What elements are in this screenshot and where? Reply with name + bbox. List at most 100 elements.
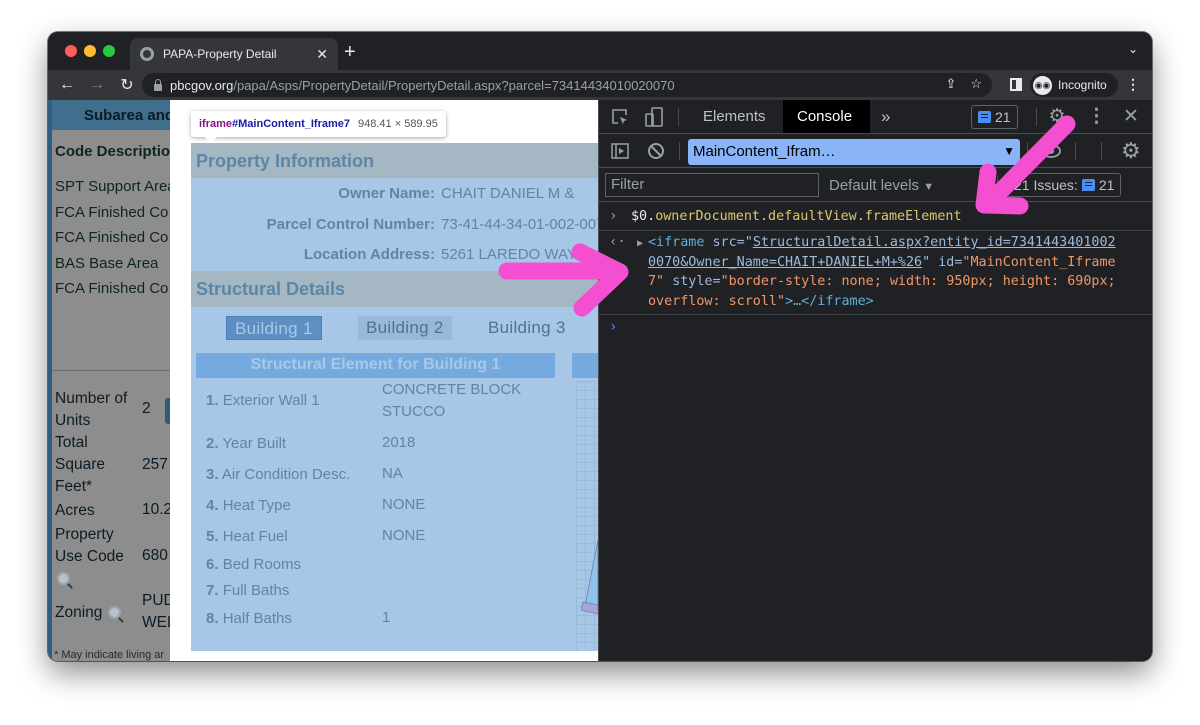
element-value-half-baths: 1	[382, 609, 391, 626]
console-settings-gear-icon[interactable]: ⚙	[1121, 140, 1141, 162]
tooltip-size: 948.41 × 589.95	[358, 118, 438, 130]
clear-console-icon[interactable]	[647, 142, 665, 160]
console-result[interactable]: <iframe src="StructuralDetail.aspx?entit…	[648, 233, 1122, 311]
page-left-border	[48, 100, 52, 661]
address-bar[interactable]: pbcgov.org/papa/Asps/PropertyDetail/Prop…	[142, 73, 992, 97]
result-arrow-icon: ‹·	[609, 234, 626, 250]
globe-icon	[140, 47, 154, 61]
element-num: 8.	[206, 610, 219, 627]
element-num: 6.	[206, 556, 219, 573]
separator	[678, 108, 679, 126]
result-close-tag: >…</iframe>	[785, 293, 874, 309]
issues-badge-count: 21	[1098, 177, 1115, 193]
element-value-year-built: 2018	[382, 434, 416, 451]
element-num: 7.	[206, 582, 219, 599]
browser-toolbar: ← → ↻ pbcgov.org/papa/Asps/PropertyDetai…	[48, 70, 1152, 100]
property-information-header: Property Information	[191, 143, 598, 178]
bookmark-star-icon[interactable]: ☆	[970, 76, 982, 92]
element-row-half-baths: 8. Half Baths	[206, 610, 292, 627]
element-label: Exterior Wall 1	[222, 392, 320, 409]
incognito-label: Incognito	[1058, 78, 1107, 92]
more-tabs-button[interactable]: »	[867, 100, 904, 133]
element-row-full-baths: 7. Full Baths	[206, 582, 289, 599]
levels-caret-icon: ▼	[923, 181, 935, 193]
owner-name-value: CHAIT DANIEL M &	[441, 185, 575, 202]
separator	[679, 142, 680, 160]
browser-tab[interactable]: PAPA-Property Detail ✕	[130, 38, 338, 70]
field-value-use-code: 680	[142, 547, 168, 564]
location-address-label: Location Address:	[303, 246, 435, 263]
result-tag: <iframe	[648, 235, 713, 250]
expand-triangle-icon[interactable]: ▶	[637, 234, 643, 254]
incognito-profile-button[interactable]: ◉◉ Incognito	[1030, 73, 1118, 97]
inspect-element-icon[interactable]	[611, 108, 629, 126]
style-attr: style=	[672, 274, 721, 289]
tooltip-tag: iframe	[199, 118, 233, 130]
levels-label: Default levels	[829, 177, 920, 194]
javascript-context-select[interactable]: MainContent_Ifram… ▼	[688, 139, 1020, 165]
side-panel-icon[interactable]	[1010, 78, 1022, 91]
share-icon[interactable]: ⇪	[945, 76, 956, 92]
command-props: ownerDocument.defaultView.frameElement	[655, 209, 962, 224]
browser-menu-icon[interactable]: ⋮	[1126, 76, 1140, 93]
field-value-zoning: PUD WEL	[142, 592, 170, 631]
device-toolbar-icon[interactable]	[645, 107, 663, 127]
element-row-bed-rooms: 6. Bed Rooms	[206, 556, 301, 573]
devtools-tab-bar: Elements Console » 21 ⚙ ⋮ ✕	[599, 100, 1152, 134]
subarea-row: BAS Base Area	[55, 254, 159, 272]
close-devtools-icon[interactable]: ✕	[1122, 107, 1140, 126]
settings-gear-icon[interactable]: ⚙	[1048, 107, 1066, 126]
reload-button[interactable]: ↻	[116, 75, 138, 95]
subarea-header: Subarea and	[52, 100, 182, 130]
tab-building-3[interactable]: Building 3	[480, 316, 574, 340]
close-tab-icon[interactable]: ✕	[316, 46, 328, 63]
maximize-window-button[interactable]	[103, 45, 115, 57]
back-button[interactable]: ←	[56, 76, 78, 94]
element-num: 1.	[206, 392, 219, 409]
element-num: 4.	[206, 497, 219, 514]
src-close: "	[922, 254, 939, 270]
search-zoning-icon[interactable]	[108, 606, 121, 619]
tab-building-1[interactable]: Building 1	[226, 316, 322, 340]
sketch-header	[572, 353, 598, 378]
tab-search-chevron-icon[interactable]: ⌄	[1128, 42, 1138, 56]
forward-button[interactable]: →	[86, 76, 108, 94]
minimize-window-button[interactable]	[84, 45, 96, 57]
message-icon	[978, 111, 991, 123]
context-value: MainContent_Ifram…	[693, 143, 836, 160]
browser-window: PAPA-Property Detail ✕ + ⌄ ← → ↻ pbcgov.…	[48, 32, 1152, 661]
console-command[interactable]: $0.ownerDocument.defaultView.frameElemen…	[631, 207, 962, 227]
console-filter-input[interactable]: Filter	[605, 173, 819, 197]
tab-console[interactable]: Console	[783, 100, 870, 133]
issues-label: 21 Issues:	[1014, 177, 1078, 193]
id-attr: id=	[938, 254, 963, 270]
separator	[1075, 142, 1076, 160]
console-sidebar-icon[interactable]	[611, 142, 629, 160]
element-label: Year Built	[222, 435, 287, 452]
live-expression-eye-icon[interactable]	[1041, 143, 1061, 159]
element-row-exterior-wall: 1. Exterior Wall 1	[206, 392, 320, 409]
issues-counter-button[interactable]: 21 Issues: 21	[1007, 173, 1122, 197]
issues-badge[interactable]: 21	[971, 105, 1018, 129]
field-label-acres: Acres	[55, 502, 95, 519]
console-toolbar: MainContent_Ifram… ▼ ⚙	[599, 134, 1152, 168]
log-levels-dropdown[interactable]: Default levels ▼	[829, 177, 934, 194]
element-num: 2.	[206, 435, 219, 452]
tab-building-2[interactable]: Building 2	[358, 316, 452, 340]
new-tab-button[interactable]: +	[344, 41, 356, 64]
element-value-heat-fuel: NONE	[382, 527, 426, 544]
tab-elements[interactable]: Elements	[689, 100, 780, 133]
subarea-list: SPT Support Area FCA Finished Co FCA Fin…	[55, 174, 170, 302]
element-row-year-built: 2. Year Built	[206, 435, 286, 452]
element-num: 3.	[206, 466, 219, 483]
close-window-button[interactable]	[65, 45, 77, 57]
command-prefix: $0.	[631, 209, 656, 224]
more-options-icon[interactable]: ⋮	[1087, 107, 1106, 126]
message-icon	[1081, 179, 1095, 191]
separator	[599, 314, 1152, 315]
incognito-icon: ◉◉	[1033, 75, 1052, 95]
search-use-code-icon[interactable]	[57, 572, 70, 585]
location-address-value: 5261 LAREDO WAY	[441, 246, 577, 263]
console-result-line: ‹· ▶ <iframe src="StructuralDetail.aspx?…	[599, 233, 1152, 313]
lock-icon[interactable]	[154, 78, 162, 91]
